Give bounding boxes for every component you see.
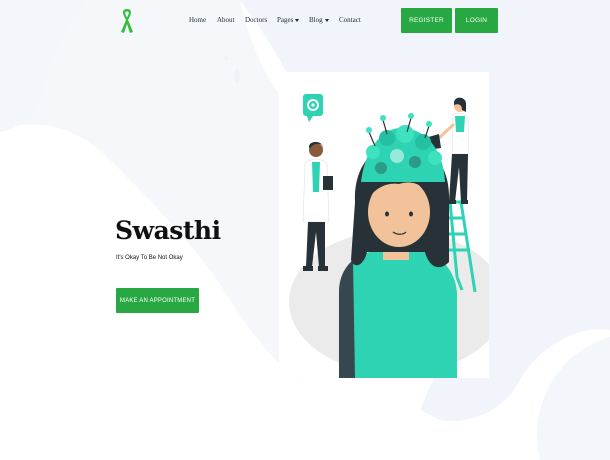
hero-tagline: It's Okay To Be Not Okay xyxy=(116,255,183,261)
nav-item-pages[interactable]: Pages xyxy=(277,16,309,24)
nav-item-blog[interactable]: Blog xyxy=(309,16,339,24)
make-appointment-button[interactable]: MAKE AN APPOINTMENT xyxy=(116,288,199,313)
nav-item-about[interactable]: About xyxy=(217,16,245,24)
nav-item-label: Contact xyxy=(339,16,361,24)
nav-item-contact[interactable]: Contact xyxy=(339,16,361,24)
nav-item-doctors[interactable]: Doctors xyxy=(245,16,277,24)
mental-health-illustration xyxy=(279,72,489,378)
nav-item-label: Pages xyxy=(277,16,294,24)
login-button[interactable]: LOGIN xyxy=(455,8,498,33)
main-navigation: Home About Doctors Pages Blog Contact xyxy=(189,16,361,24)
nav-item-label: Blog xyxy=(309,16,323,24)
hero-title: Swasthi xyxy=(115,216,221,245)
nav-item-label: About xyxy=(217,16,235,24)
awareness-ribbon-icon[interactable] xyxy=(117,8,137,34)
chevron-down-icon xyxy=(324,18,329,22)
register-button[interactable]: REGISTER xyxy=(401,8,452,33)
chevron-down-icon xyxy=(295,18,300,22)
illustration-artwork xyxy=(289,94,489,378)
nav-item-home[interactable]: Home xyxy=(189,16,217,24)
nav-item-label: Home xyxy=(189,16,207,24)
nav-item-label: Doctors xyxy=(245,16,268,24)
landing-page: Home About Doctors Pages Blog Contact RE… xyxy=(0,0,610,460)
